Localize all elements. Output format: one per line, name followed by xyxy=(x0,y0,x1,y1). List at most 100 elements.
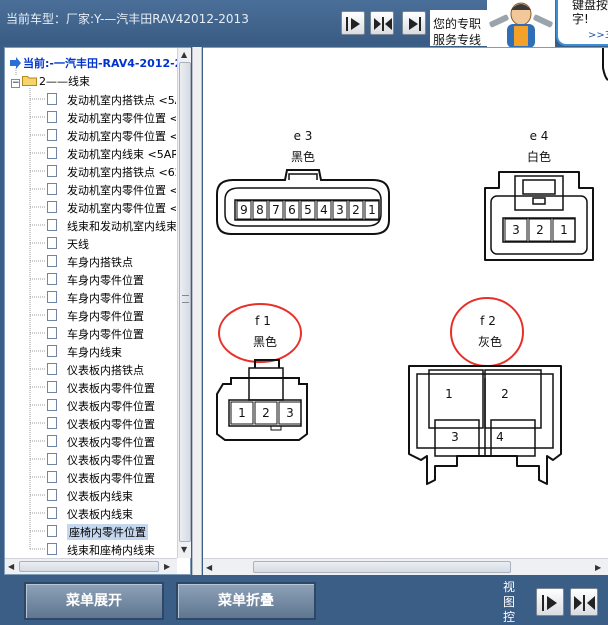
tree-item[interactable]: 座椅内零件位置 xyxy=(39,522,176,540)
bottom-toolbar: 菜单展开 菜单折叠 视图控 xyxy=(0,576,608,625)
pin-number: 3 xyxy=(512,223,520,237)
tree-item[interactable]: 天线 xyxy=(39,234,176,252)
tree-item[interactable]: 仪表板内零件位置 xyxy=(39,450,176,468)
menu-expand-button[interactable]: 菜单展开 xyxy=(24,582,164,620)
tree-item[interactable]: 仪表板内线束 xyxy=(39,504,176,522)
tree-item-label: 车身内搭铁点 xyxy=(67,256,133,269)
connector-e3[interactable]: e 3 黑色 987654321 xyxy=(216,129,390,235)
header-bar: 当前车型：厂家:Y-—汽丰田RAV42012-2013 您的专职 服务专线 键盘… xyxy=(0,0,608,50)
tree-item[interactable]: 仪表板内零件位置 xyxy=(39,414,176,432)
document-icon xyxy=(47,219,57,231)
nav-last-button[interactable] xyxy=(402,11,426,35)
tree-item-label: 天线 xyxy=(67,238,89,251)
pin-number: 4 xyxy=(320,203,328,217)
document-icon xyxy=(47,273,57,285)
connector-f1-color: 黑色 xyxy=(253,335,277,349)
diagram-scroll-right-icon[interactable]: ▶ xyxy=(595,563,601,573)
tree-item-label: 仪表板内零件位置 xyxy=(67,436,155,449)
document-icon xyxy=(47,93,57,105)
tree-item[interactable]: 发动机室内搭铁点 <62 xyxy=(39,162,176,180)
tree-item-label: 座椅内零件位置 xyxy=(67,524,148,540)
document-icon xyxy=(47,309,57,321)
tree-group-node[interactable]: − 2——线束 xyxy=(11,73,90,89)
scroll-left-icon[interactable]: ◀ xyxy=(8,562,14,572)
tip-bubble: 键盘按 字! >>3 xyxy=(556,0,608,46)
connector-e4-id: e 4 xyxy=(530,129,549,143)
tree-item[interactable]: 发动机室内零件位置 < xyxy=(39,180,176,198)
bubble-more-link[interactable]: >>3 xyxy=(588,30,608,41)
tree-vscroll-thumb[interactable] xyxy=(179,62,191,542)
connector-f2[interactable]: f 2 灰色 1 2 3 4 xyxy=(408,297,562,485)
tree-item[interactable]: 仪表板内零件位置 xyxy=(39,432,176,450)
document-icon xyxy=(47,147,57,159)
document-icon xyxy=(47,129,57,141)
document-icon xyxy=(47,165,57,177)
tree-item[interactable]: 仪表板内零件位置 xyxy=(39,396,176,414)
split-arrows-icon xyxy=(374,17,392,31)
partial-connector-outline xyxy=(602,48,608,81)
connector-f2-id: f 2 xyxy=(480,314,496,328)
tree-item[interactable]: 仪表板内线束 xyxy=(39,486,176,504)
nav-next-button[interactable] xyxy=(341,11,365,35)
tree-item-label: 发动机室内零件位置 < xyxy=(67,130,176,143)
tree-item[interactable]: 车身内零件位置 xyxy=(39,306,176,324)
pin-number: 3 xyxy=(336,203,344,217)
pin-number: 1 xyxy=(238,406,246,420)
tree-item-label: 发动机室内零件位置 < xyxy=(67,202,176,215)
tree-item[interactable]: 发动机室内零件位置 < xyxy=(39,198,176,216)
tree-item-label: 车身内零件位置 xyxy=(67,292,144,305)
tree-item[interactable]: 发动机室内线束 <5AR xyxy=(39,144,176,162)
tree-item[interactable]: 线束和发动机室内线束 xyxy=(39,216,176,234)
nav-split-button[interactable] xyxy=(370,11,394,35)
scroll-down-icon[interactable]: ▼ xyxy=(181,545,187,555)
tree-item-label: 线束和发动机室内线束 xyxy=(67,220,176,233)
diagram-scroll-left-icon[interactable]: ◀ xyxy=(206,563,212,573)
tree-item[interactable]: 仪表板内零件位置 xyxy=(39,378,176,396)
tree-item-label: 仪表板内零件位置 xyxy=(67,454,155,467)
mechanic-mascot xyxy=(487,0,555,50)
connector-e4[interactable]: e 4 白色 3 2 1 xyxy=(484,129,594,261)
tree-item[interactable]: 线束和座椅内线束 xyxy=(39,540,176,558)
tree-vertical-scrollbar[interactable]: ▲ ▼ xyxy=(177,48,191,558)
collapse-toggle-icon[interactable]: − xyxy=(11,79,20,88)
connector-f1[interactable]: f 1 黑色 1 2 3 xyxy=(216,303,308,441)
tree-item-label: 发动机室内零件位置 < xyxy=(67,184,176,197)
tree-item[interactable]: 发动机室内零件位置 < xyxy=(39,108,176,126)
pin-number: 2 xyxy=(501,387,509,401)
diagram-horizontal-scrollbar[interactable]: ◀ ▶ xyxy=(203,558,608,575)
bubble-line1: 键盘按 xyxy=(572,0,608,12)
scroll-up-icon[interactable]: ▲ xyxy=(181,50,187,60)
document-icon xyxy=(47,291,57,303)
document-icon xyxy=(47,381,57,393)
tree-item[interactable]: 车身内零件位置 xyxy=(39,288,176,306)
pin-number: 1 xyxy=(368,203,376,217)
connector-f1-id: f 1 xyxy=(255,314,271,328)
tree-item[interactable]: 车身内搭铁点 xyxy=(39,252,176,270)
document-icon xyxy=(47,183,57,195)
document-icon xyxy=(47,255,57,267)
tree-horizontal-scrollbar[interactable]: ◀ ▶ xyxy=(5,558,177,574)
tree-item-label: 发动机室内零件位置 < xyxy=(67,112,176,125)
tree-root-node[interactable]: 当前:-一汽丰田-RAV4-2012-20 xyxy=(9,55,187,71)
tree-item-label: 仪表板内零件位置 xyxy=(67,472,155,485)
pin-number: 5 xyxy=(304,203,312,217)
diagram-hscroll-thumb[interactable] xyxy=(253,561,511,573)
view-split-button[interactable] xyxy=(570,588,598,616)
play-right-icon xyxy=(542,595,557,611)
tree-item-label: 车身内零件位置 xyxy=(67,310,144,323)
tree-item[interactable]: 仪表板内零件位置 xyxy=(39,468,176,486)
document-icon xyxy=(47,201,57,213)
tree-item[interactable]: 仪表板内搭铁点 xyxy=(39,360,176,378)
tree-item[interactable]: 车身内零件位置 xyxy=(39,270,176,288)
menu-collapse-button[interactable]: 菜单折叠 xyxy=(176,582,316,620)
tree-item[interactable]: 发动机室内搭铁点 <5A xyxy=(39,90,176,108)
scroll-right-icon[interactable]: ▶ xyxy=(164,562,170,572)
tree-item[interactable]: 车身内线束 xyxy=(39,342,176,360)
tree-item-label: 车身内零件位置 xyxy=(67,274,144,287)
panel-splitter[interactable] xyxy=(192,47,202,575)
tree-item[interactable]: 发动机室内零件位置 < xyxy=(39,126,176,144)
pin-number: 7 xyxy=(272,203,280,217)
tree-hscroll-thumb[interactable] xyxy=(19,561,159,572)
view-next-button[interactable] xyxy=(536,588,564,616)
tree-item[interactable]: 车身内零件位置 xyxy=(39,324,176,342)
